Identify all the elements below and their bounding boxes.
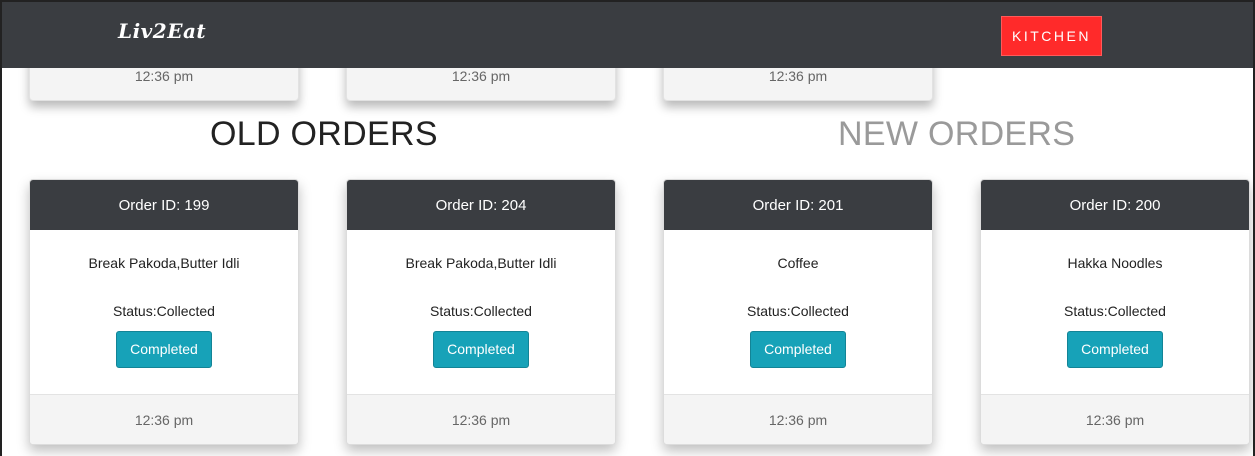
order-status: Status:Collected (747, 303, 849, 319)
order-card: Order ID: 199 Break Pakoda,Butter Idli S… (29, 179, 299, 445)
completed-button[interactable]: Completed (750, 331, 846, 368)
old-orders-tab[interactable]: OLD ORDERS (210, 115, 438, 154)
completed-button[interactable]: Completed (433, 331, 529, 368)
order-status: Status:Collected (1064, 303, 1166, 319)
order-id-header: Order ID: 204 (347, 180, 615, 230)
order-time: 12:36 pm (981, 394, 1249, 444)
completed-button[interactable]: Completed (116, 331, 212, 368)
order-card: Order ID: 200 Hakka Noodles Status:Colle… (980, 179, 1250, 445)
order-card: Order ID: 201 Coffee Status:Collected Co… (663, 179, 933, 445)
order-time: 12:36 pm (664, 394, 932, 444)
order-status: Status:Collected (430, 303, 532, 319)
order-items: Break Pakoda,Butter Idli (405, 255, 557, 271)
order-items: Coffee (777, 255, 819, 271)
order-id-header: Order ID: 200 (981, 180, 1249, 230)
new-orders-tab[interactable]: NEW ORDERS (838, 115, 1075, 154)
app-frame: 12:36 pm 12:36 pm 12:36 pm Liv2Eat KITCH… (0, 0, 1255, 456)
order-items: Hakka Noodles (1067, 255, 1163, 271)
brand-logo[interactable]: Liv2Eat (118, 19, 206, 43)
order-time: 12:36 pm (347, 394, 615, 444)
order-time: 12:36 pm (30, 394, 298, 444)
order-id-header: Order ID: 201 (664, 180, 932, 230)
kitchen-button[interactable]: KITCHEN (1001, 16, 1102, 56)
order-time: 12:36 pm (451, 68, 511, 84)
top-navbar: Liv2Eat KITCHEN (2, 2, 1253, 68)
order-time: 12:36 pm (768, 68, 828, 84)
order-card: Order ID: 204 Break Pakoda,Butter Idli S… (346, 179, 616, 445)
order-time: 12:36 pm (134, 68, 194, 84)
order-id-header: Order ID: 199 (30, 180, 298, 230)
order-status: Status:Collected (113, 303, 215, 319)
order-items: Break Pakoda,Butter Idli (88, 255, 240, 271)
completed-button[interactable]: Completed (1067, 331, 1163, 368)
